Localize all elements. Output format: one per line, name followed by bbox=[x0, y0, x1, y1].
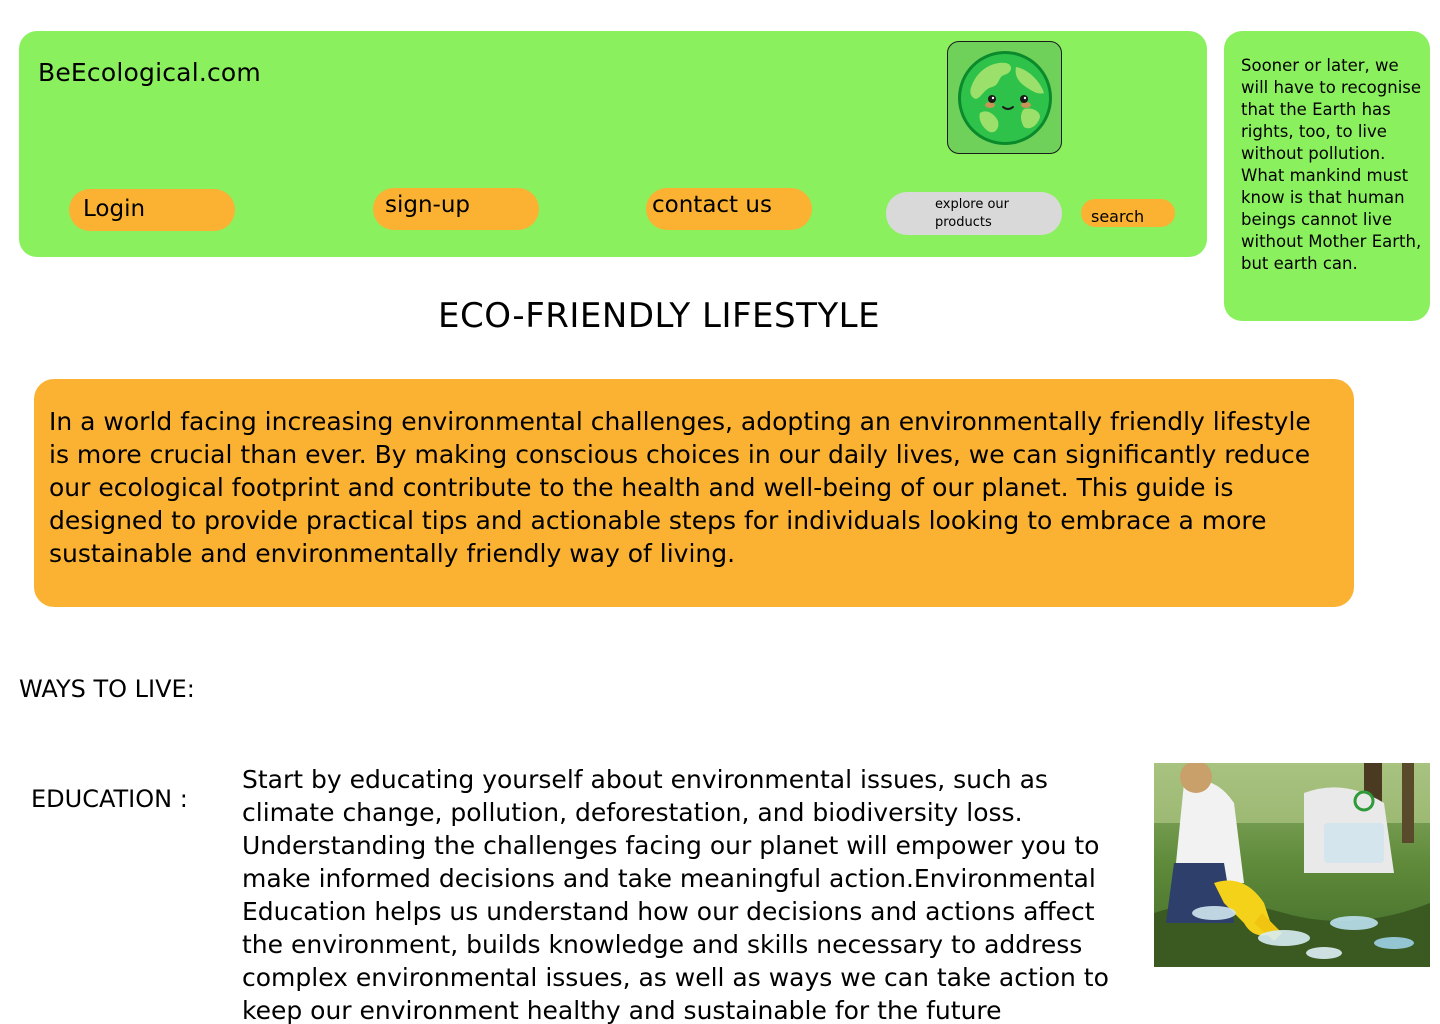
signup-label: sign-up bbox=[385, 192, 471, 218]
earth-globe-icon[interactable] bbox=[947, 41, 1062, 154]
quote-text: Sooner or later, we will have to recogni… bbox=[1241, 56, 1422, 273]
recycling-photo-svg bbox=[1154, 763, 1430, 967]
contact-us-label: contact us bbox=[652, 192, 772, 218]
intro-panel: In a world facing increasing environment… bbox=[34, 379, 1354, 607]
explore-products-button[interactable]: explore our products bbox=[886, 192, 1062, 235]
explore-products-label: explore our products bbox=[935, 197, 1010, 230]
recycling-cleanup-photo bbox=[1154, 763, 1430, 967]
education-label: EDUCATION : bbox=[31, 785, 188, 813]
site-title[interactable]: BeEcological.com bbox=[38, 58, 261, 87]
education-text: Start by educating yourself about enviro… bbox=[242, 765, 1109, 1024]
login-label: Login bbox=[83, 196, 146, 222]
search-label: search bbox=[1091, 207, 1145, 226]
ways-to-live-heading: WAYS TO LIVE: bbox=[19, 675, 195, 703]
page: BeEcological.com Login sign-up contact u… bbox=[0, 0, 1440, 1024]
search-button[interactable]: search bbox=[1081, 199, 1175, 227]
intro-text: In a world facing increasing environment… bbox=[49, 407, 1311, 568]
earth-globe-svg bbox=[957, 50, 1052, 145]
quote-panel: Sooner or later, we will have to recogni… bbox=[1224, 31, 1430, 321]
contact-us-button[interactable]: contact us bbox=[646, 188, 812, 230]
page-title: ECO-FRIENDLY LIFESTYLE bbox=[438, 296, 881, 336]
signup-button[interactable]: sign-up bbox=[373, 188, 539, 230]
login-button[interactable]: Login bbox=[69, 189, 235, 231]
